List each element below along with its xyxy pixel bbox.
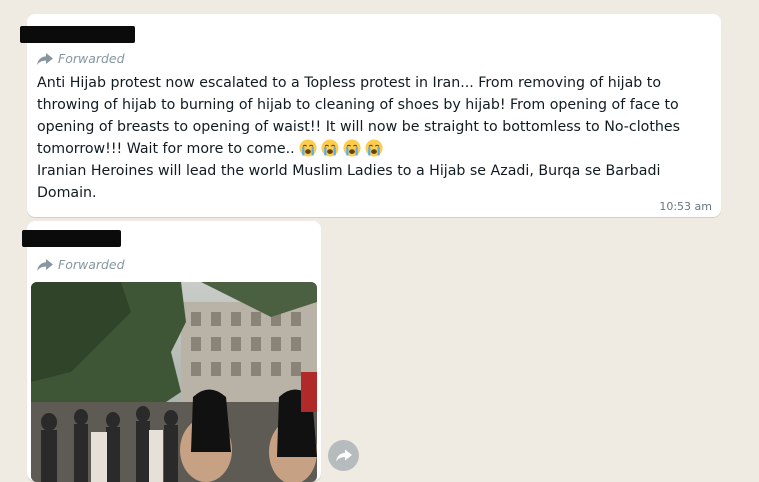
- forwarded-label: Forwarded: [58, 51, 125, 66]
- forward-arrow-icon: [37, 52, 53, 65]
- protest-photo-image: [31, 282, 317, 482]
- redacted-sender-name: [20, 26, 135, 43]
- loudly-crying-face-icon: [299, 139, 317, 157]
- loudly-crying-face-icon: [321, 139, 339, 157]
- forwarded-label: Forwarded: [58, 257, 125, 272]
- loudly-crying-face-icon: [365, 139, 383, 157]
- loudly-crying-face-icon: [343, 139, 361, 157]
- redacted-sender-name: [22, 230, 121, 247]
- message-photo[interactable]: [31, 282, 317, 482]
- forward-message-button[interactable]: [328, 440, 359, 471]
- message-paragraph: Iranian Heroines will lead the world Mus…: [37, 163, 661, 201]
- forwarded-indicator: Forwarded: [37, 51, 125, 66]
- message-bubble[interactable]: Forwarded Anti Hijab protest now escalat…: [20, 14, 721, 217]
- forwarded-indicator: Forwarded: [37, 257, 125, 272]
- message-text: Anti Hijab protest now escalated to a To…: [37, 72, 713, 204]
- forward-arrow-icon: [37, 258, 53, 271]
- message-timestamp: 10:53 am: [659, 200, 712, 213]
- message-bubble[interactable]: Forwarded: [22, 221, 321, 482]
- emoji-group: [299, 139, 383, 157]
- forward-arrow-icon: [335, 449, 352, 462]
